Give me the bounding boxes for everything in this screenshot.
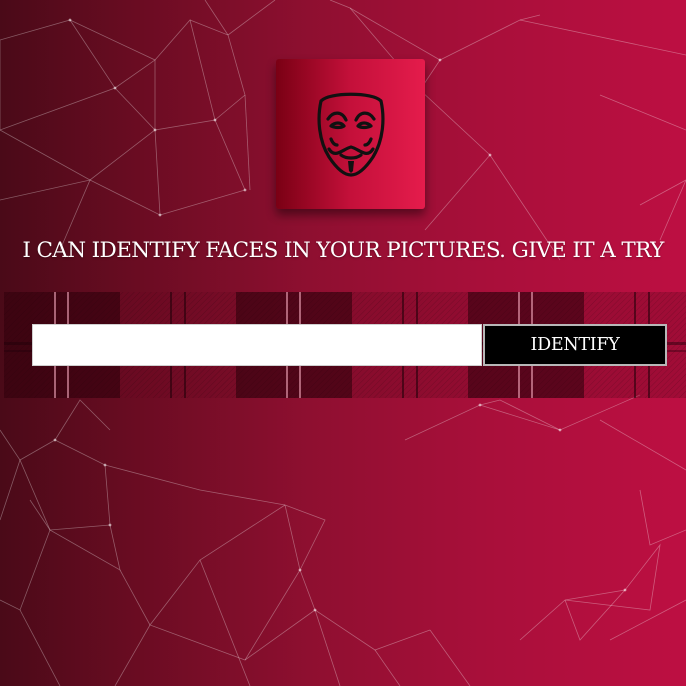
identify-button[interactable]: IDENTIFY: [483, 324, 667, 366]
image-url-input[interactable]: [32, 324, 482, 366]
logo: [276, 59, 425, 209]
guy-fawkes-mask-icon: [317, 92, 384, 177]
tagline: I CAN IDENTIFY FACES IN YOUR PICTURES. G…: [22, 238, 664, 263]
